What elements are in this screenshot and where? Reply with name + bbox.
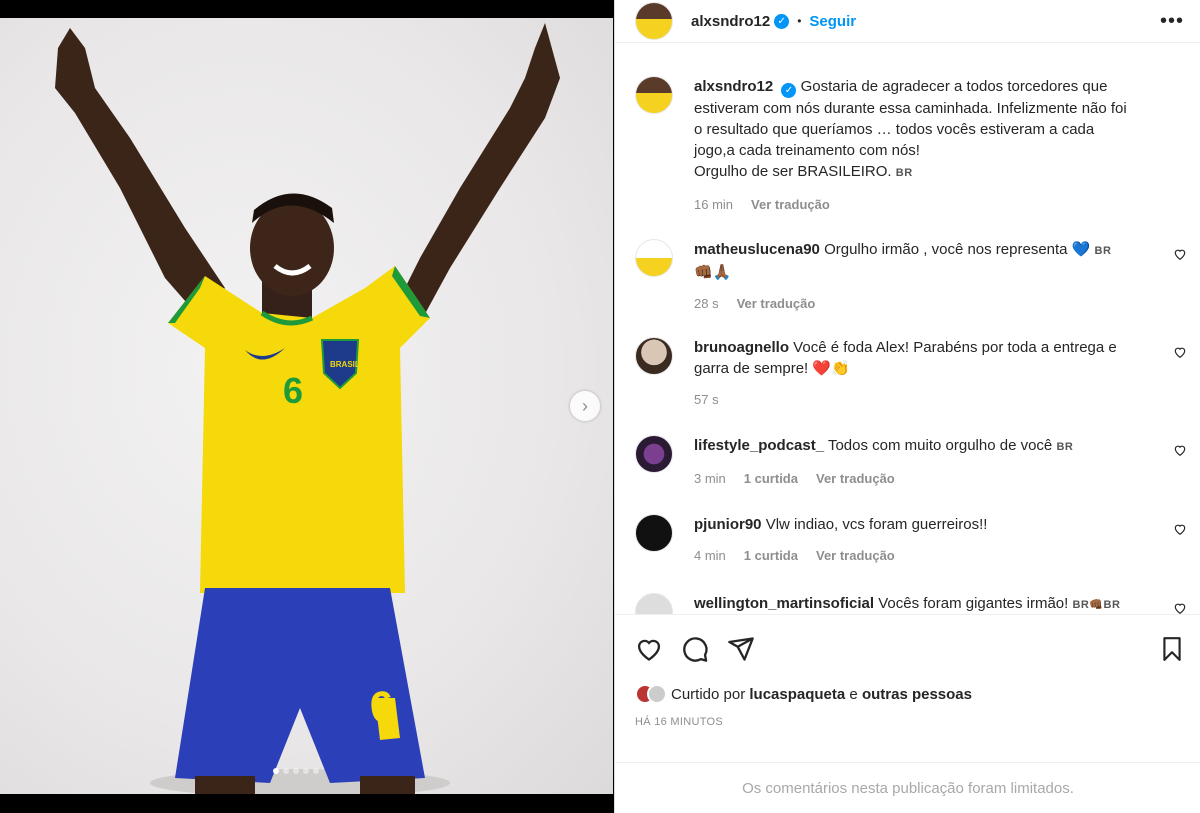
- flag-br: BR: [1094, 245, 1112, 257]
- author-username[interactable]: alxsndro12: [691, 13, 770, 30]
- comment-author[interactable]: wellington_martinsoficial: [694, 595, 874, 612]
- heart-icon[interactable]: [1173, 247, 1187, 261]
- carousel-dot: [283, 768, 289, 774]
- comment-text: Todos com muito orgulho de você: [827, 437, 1053, 454]
- heart-icon[interactable]: [1173, 345, 1187, 359]
- header-separator: •: [797, 14, 802, 28]
- post-photo: 6 BRASIL 6: [0, 18, 613, 794]
- comment-likes[interactable]: 1 curtida: [744, 545, 798, 566]
- verified-badge-icon: ✓: [774, 13, 790, 29]
- comment-avatar[interactable]: [635, 337, 673, 375]
- caption-line: jogo,a cada treinamento com nós!: [694, 142, 920, 159]
- liker-username[interactable]: lucaspaqueta: [749, 686, 845, 703]
- comment-author[interactable]: brunoagnello: [694, 339, 789, 356]
- heart-icon[interactable]: [1173, 601, 1187, 614]
- post-actions: Curtido por lucaspaqueta e outras pessoa…: [615, 614, 1200, 762]
- heart-icon[interactable]: [1173, 443, 1187, 457]
- comment-avatar[interactable]: [635, 239, 673, 277]
- post-media: 6 BRASIL 6 ›: [0, 0, 613, 813]
- jersey-crest-text: BRASIL: [330, 360, 360, 369]
- share-send-icon[interactable]: [727, 635, 755, 663]
- caption-line: o resultado que queríamos … todos vocês …: [694, 121, 1095, 138]
- comment-author[interactable]: pjunior90: [694, 516, 762, 533]
- post-sidebar: alxsndro12 ✓ • Seguir ••• alxsndro12 ✓ G…: [614, 0, 1200, 813]
- comment-text: Vlw indiao, vcs foram guerreiros!!: [765, 516, 988, 533]
- chevron-right-icon: ›: [582, 395, 588, 416]
- caption-avatar[interactable]: [635, 76, 673, 114]
- comment-bubble-icon[interactable]: [681, 635, 709, 663]
- likes-others-link[interactable]: outras pessoas: [862, 686, 972, 703]
- comment-avatar[interactable]: [635, 514, 673, 552]
- bookmark-icon[interactable]: [1159, 635, 1185, 663]
- comment-author[interactable]: matheuslucena90: [694, 241, 820, 258]
- comment-item: matheuslucena90 Orgulho irmão , você nos…: [635, 239, 1195, 314]
- comment-text-line2: 👊🏾🙏🏾: [694, 264, 732, 281]
- post-header: alxsndro12 ✓ • Seguir •••: [615, 0, 1200, 43]
- like-heart-icon[interactable]: [635, 635, 663, 663]
- jersey-number: 6: [283, 370, 304, 411]
- heart-icon[interactable]: [1173, 522, 1187, 536]
- follow-button[interactable]: Seguir: [809, 13, 856, 30]
- comments-limited-notice: Os comentários nesta publicação foram li…: [615, 762, 1200, 813]
- carousel-dot: [303, 768, 309, 774]
- comments-list[interactable]: alxsndro12 ✓ Gostaria de agradecer a tod…: [615, 58, 1200, 614]
- comment-time: 28 s: [694, 296, 719, 311]
- comment-item: brunoagnello Você é foda Alex! Parabéns …: [635, 337, 1195, 410]
- flag-br: BR👊🏾BR: [1072, 599, 1121, 611]
- more-options-icon[interactable]: •••: [1160, 10, 1184, 33]
- carousel-dot: [313, 768, 319, 774]
- flag-br: BR: [895, 167, 913, 179]
- comment-author[interactable]: lifestyle_podcast_: [694, 437, 824, 454]
- carousel-indicator: [273, 768, 319, 774]
- carousel-dot: [273, 768, 279, 774]
- translate-link[interactable]: Ver tradução: [816, 468, 895, 489]
- likes-prefix: Curtido por: [671, 685, 746, 703]
- translate-link[interactable]: Ver tradução: [751, 194, 830, 215]
- carousel-next-button[interactable]: ›: [570, 391, 600, 421]
- comment-text: Orgulho irmão , você nos representa 💙: [824, 241, 1091, 258]
- player-illustration: [55, 23, 560, 794]
- translate-link[interactable]: Ver tradução: [816, 545, 895, 566]
- comment-item: pjunior90 Vlw indiao, vcs foram guerreir…: [635, 514, 1195, 566]
- comment-avatar[interactable]: [635, 435, 673, 473]
- comment-likes[interactable]: 1 curtida: [744, 468, 798, 489]
- caption-time: 16 min: [694, 197, 734, 212]
- liker-avatar[interactable]: [647, 684, 667, 704]
- caption-line: Orgulho de ser BRASILEIRO.: [694, 163, 892, 180]
- caption-author[interactable]: alxsndro12: [694, 78, 773, 95]
- comment-time: 3 min: [694, 471, 726, 486]
- verified-badge-icon: ✓: [781, 83, 797, 98]
- caption: alxsndro12 ✓ Gostaria de agradecer a tod…: [635, 76, 1195, 215]
- comment-item: wellington_martinsoficial Vocês foram gi…: [635, 593, 1195, 614]
- caption-line: estiveram com nós durante essa caminhada…: [694, 100, 1127, 117]
- caption-line: Gostaria de agradecer a todos torcedores…: [800, 78, 1108, 95]
- likes-joiner: e: [849, 685, 858, 703]
- comment-time: 4 min: [694, 548, 726, 563]
- comment-item: lifestyle_podcast_ Todos com muito orgul…: [635, 435, 1195, 489]
- comment-avatar[interactable]: [635, 593, 673, 614]
- translate-link[interactable]: Ver tradução: [737, 293, 816, 314]
- carousel-dot: [293, 768, 299, 774]
- post-timestamp[interactable]: HÁ 16 MINUTOS: [635, 716, 1185, 728]
- likes-summary: Curtido por lucaspaqueta e outras pessoa…: [635, 684, 1185, 704]
- author-avatar[interactable]: [635, 2, 673, 40]
- flag-br: BR: [1056, 441, 1074, 453]
- comment-time: 57 s: [694, 392, 719, 407]
- comment-text: Vocês foram gigantes irmão!: [878, 595, 1069, 612]
